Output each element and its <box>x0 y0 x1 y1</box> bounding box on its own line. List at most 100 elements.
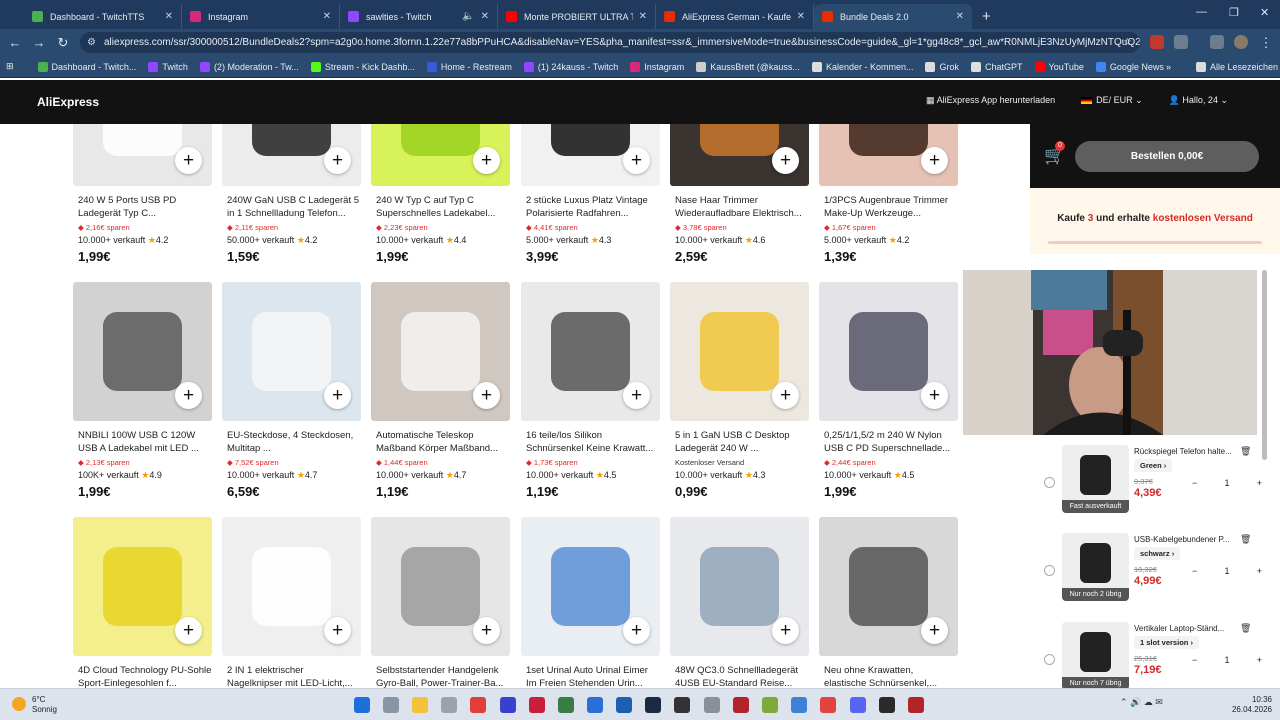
product-title[interactable]: 2 stücke Luxus Platz Vintage Polarisiert… <box>526 194 660 220</box>
variant-selector[interactable]: 1 slot version › <box>1134 636 1199 649</box>
product-image[interactable]: + <box>670 282 809 421</box>
bookmark-kick[interactable]: Stream - Kick Dashb... <box>310 61 415 72</box>
product-title[interactable]: Automatische Teleskop Maßband Körper Maß… <box>376 429 510 455</box>
tab-youtube-monte[interactable]: Monte PROBIERT ULTRA Tot Sa ✕ <box>498 4 656 29</box>
calculator-icon[interactable] <box>383 697 399 713</box>
bookmark-kaussbrett[interactable]: KaussBrett (@kauss... <box>696 61 800 72</box>
tab-dashboard-twitchtts[interactable]: Dashboard - TwitchTTS ✕ <box>24 4 182 29</box>
forward-arrow-icon[interactable]: → <box>27 35 51 50</box>
chrome-icon[interactable] <box>791 697 807 713</box>
minimize-icon[interactable]: — <box>1196 6 1207 18</box>
app-blue-icon[interactable] <box>587 697 603 713</box>
product-title[interactable]: 1set Urinal Auto Urinal Eimer Im Freien … <box>526 664 660 688</box>
trash-icon[interactable]: 🗑 <box>1240 623 1251 634</box>
tab-aliexpress-german[interactable]: AliExpress German - Kaufen Sie ✕ <box>656 4 814 29</box>
variant-selector[interactable]: schwarz › <box>1134 547 1181 560</box>
extensions-puzzle-icon[interactable] <box>1174 35 1188 49</box>
trash-icon[interactable]: 🗑 <box>1240 534 1251 545</box>
add-to-bundle-button[interactable]: + <box>772 382 799 409</box>
product-image[interactable]: + <box>819 124 958 186</box>
bookmark-google-news[interactable]: Google News <box>1095 61 1164 72</box>
bookmark-instagram[interactable]: Instagram <box>630 61 684 72</box>
app-download-link[interactable]: ▦ AliExpress App herunterladen <box>926 95 1055 106</box>
add-to-bundle-button[interactable]: + <box>324 382 351 409</box>
variant-selector[interactable]: Green › <box>1134 459 1173 472</box>
add-to-bundle-button[interactable]: + <box>921 617 948 644</box>
opera-icon[interactable] <box>820 697 836 713</box>
product-image[interactable]: + <box>222 124 361 186</box>
product-title[interactable]: 0,25/1/1,5/2 m 240 W Nylon USB C PD Supe… <box>824 429 958 455</box>
add-to-bundle-button[interactable]: + <box>772 617 799 644</box>
product-card[interactable]: +1/3PCS Augenbraue Trimmer Make-Up Werkz… <box>819 124 958 264</box>
product-title[interactable]: 1/3PCS Augenbraue Trimmer Make-Up Werkze… <box>824 194 958 220</box>
add-to-bundle-button[interactable]: + <box>921 147 948 174</box>
add-to-bundle-button[interactable]: + <box>473 382 500 409</box>
product-title[interactable]: NNBILI 100W USB C 120W USB A Ladekabel m… <box>78 429 212 455</box>
app-red-icon[interactable] <box>470 697 486 713</box>
product-card[interactable]: +1set Urinal Auto Urinal Eimer Im Freien… <box>521 517 660 688</box>
product-image[interactable]: + <box>371 124 510 186</box>
site-info-icon[interactable]: ⚙ <box>87 32 96 53</box>
cart-item-title[interactable]: Rückspiegel Telefon halte... <box>1134 447 1246 456</box>
extension-icon[interactable] <box>1150 35 1164 49</box>
reload-icon[interactable]: ↻ <box>51 35 75 51</box>
profile-avatar[interactable] <box>1234 35 1248 49</box>
weather-widget[interactable]: 6°C Sonnig <box>12 695 57 715</box>
select-item-radio[interactable] <box>1044 565 1055 576</box>
product-card[interactable]: + EU-Steckdose, 4 Steckdosen, Multitap ..… <box>222 282 361 499</box>
product-card[interactable]: + Selbststartender Handgelenk Gyro-Ball, … <box>371 517 510 688</box>
reading-list-icon[interactable] <box>1210 35 1224 49</box>
trash-icon[interactable]: 🗑 <box>1240 446 1251 457</box>
select-item-radio[interactable] <box>1044 654 1055 665</box>
product-title[interactable]: 16 teile/los Silikon Schnürsenkel Keine … <box>526 429 660 455</box>
account-menu[interactable]: 👤 Hallo, 24 ⌄ <box>1169 95 1228 106</box>
address-bar[interactable]: ⚙ aliexpress.com/ssr/300000512/BundleDea… <box>80 32 1140 53</box>
decrease-button[interactable]: − <box>1192 655 1197 665</box>
increase-button[interactable]: + <box>1257 655 1262 665</box>
app-record-icon[interactable] <box>529 697 545 713</box>
app-circle-icon[interactable] <box>558 697 574 713</box>
steam-icon[interactable] <box>645 697 661 713</box>
product-image[interactable]: + <box>521 282 660 421</box>
all-bookmarks-folder[interactable]: Alle Lesezeichen <box>1196 61 1278 72</box>
increase-button[interactable]: + <box>1257 478 1262 488</box>
bookmark-chatgpt[interactable]: ChatGPT <box>971 61 1023 72</box>
product-image[interactable]: + <box>73 517 212 656</box>
add-to-bundle-button[interactable]: + <box>772 147 799 174</box>
obs-icon[interactable] <box>879 697 895 713</box>
cart-item-title[interactable]: USB-Kabelgebundener P... <box>1134 535 1246 544</box>
product-card[interactable]: +0,25/1/1,5/2 m 240 W Nylon USB C PD Sup… <box>819 282 958 499</box>
app-green-icon[interactable] <box>762 697 778 713</box>
product-title[interactable]: EU-Steckdose, 4 Steckdosen, Multitap ... <box>227 429 361 455</box>
product-title[interactable]: Nase Haar Trimmer Wiederaufladbare Elekt… <box>675 194 809 220</box>
tab-sawlties-twitch[interactable]: sawlties - Twitch 🔈 ✕ <box>340 4 498 29</box>
bookmark-star-icon[interactable]: ☆ <box>1123 32 1132 53</box>
close-tab-icon[interactable]: ✕ <box>797 11 805 22</box>
product-card[interactable]: +4D Cloud Technology PU-Sohle Sport-Einl… <box>73 517 212 688</box>
product-title[interactable]: 240 W Typ C auf Typ C Superschnelles Lad… <box>376 194 510 220</box>
bookmark-twitch[interactable]: Twitch <box>148 61 188 72</box>
aliexpress-logo[interactable]: AliExpress <box>37 95 99 109</box>
app-v-icon[interactable] <box>500 697 516 713</box>
cart-item-image[interactable]: Fast ausverkauft <box>1062 445 1129 513</box>
product-image[interactable]: + <box>819 282 958 421</box>
add-to-bundle-button[interactable]: + <box>921 382 948 409</box>
product-card[interactable]: +240 W Typ C auf Typ C Superschnelles La… <box>371 124 510 264</box>
product-card[interactable]: +5 in 1 GaN USB C Desktop Ladegerät 240 … <box>670 282 809 499</box>
mouse-app-icon[interactable] <box>441 697 457 713</box>
settings-icon[interactable] <box>704 697 720 713</box>
product-image[interactable]: + <box>521 124 660 186</box>
add-to-bundle-button[interactable]: + <box>473 617 500 644</box>
add-to-bundle-button[interactable]: + <box>175 617 202 644</box>
close-tab-icon[interactable]: ✕ <box>165 11 173 22</box>
app-game2-icon[interactable] <box>908 697 924 713</box>
order-button[interactable]: Bestellen 0,00€ <box>1075 141 1259 172</box>
product-image[interactable]: + <box>73 282 212 421</box>
select-item-radio[interactable] <box>1044 477 1055 488</box>
product-image[interactable]: + <box>222 282 361 421</box>
clock[interactable]: 10:36 26.04.2026 <box>1232 695 1272 715</box>
add-to-bundle-button[interactable]: + <box>623 617 650 644</box>
app-dark-icon[interactable] <box>674 697 690 713</box>
product-card[interactable]: + Automatische Teleskop Maßband Körper Ma… <box>371 282 510 499</box>
add-to-bundle-button[interactable]: + <box>324 147 351 174</box>
